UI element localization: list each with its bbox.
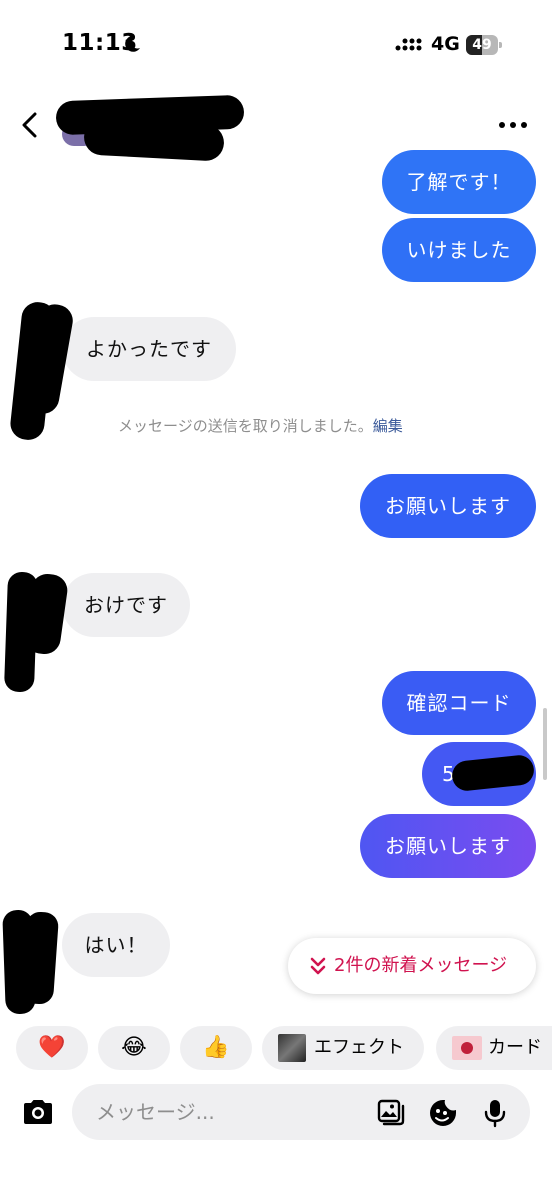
double-chevron-down-icon	[310, 957, 326, 975]
card-label: カード	[488, 1037, 542, 1058]
received-message[interactable]: おけです	[62, 573, 190, 637]
camera-icon[interactable]	[20, 1094, 56, 1130]
signal-icon	[395, 38, 422, 51]
card-button[interactable]: カード	[436, 1026, 552, 1070]
new-messages-button[interactable]: 2件の新着メッセージ	[288, 938, 536, 994]
sticker-icon[interactable]	[428, 1098, 458, 1128]
moon-icon	[125, 35, 140, 52]
quick-laugh-button[interactable]: 😂	[98, 1026, 170, 1070]
quick-heart-button[interactable]: ❤️	[16, 1026, 88, 1070]
edit-link[interactable]: 編集	[373, 417, 403, 435]
sent-message[interactable]: お願いします	[360, 814, 536, 878]
thumbs-up-emoji-icon: 👍	[202, 1035, 230, 1060]
sent-message[interactable]: 確認コード	[382, 671, 536, 735]
status-bar: 11:13 4G 49	[0, 0, 552, 90]
card-thumbnail-icon	[452, 1036, 482, 1060]
sent-message[interactable]: お願いします	[360, 474, 536, 538]
message-input[interactable]	[96, 1084, 356, 1140]
microphone-icon[interactable]	[480, 1098, 510, 1128]
received-message[interactable]: よかったです	[62, 317, 236, 381]
network-label: 4G	[431, 33, 460, 55]
redaction-mark	[20, 910, 60, 1006]
quick-thumbs-button[interactable]: 👍	[180, 1026, 252, 1070]
laughing-emoji-icon: 😂	[121, 1035, 147, 1060]
battery-percent: 49	[472, 37, 492, 53]
battery-icon: 49	[466, 35, 502, 55]
redaction-mark	[83, 118, 225, 162]
unsent-notice: メッセージの送信を取り消しました。編集	[118, 415, 403, 436]
message-composer	[72, 1084, 530, 1140]
effect-label: エフェクト	[314, 1037, 404, 1058]
heart-emoji-icon: ❤️	[38, 1035, 66, 1060]
effect-button[interactable]: エフェクト	[262, 1026, 424, 1070]
effect-thumbnail-icon	[278, 1034, 306, 1062]
scrollbar[interactable]	[543, 708, 547, 780]
sent-message[interactable]: いけました	[382, 218, 536, 282]
sent-message[interactable]: 了解です！	[382, 150, 536, 214]
back-chevron-icon[interactable]	[18, 110, 42, 140]
received-message[interactable]: はい！	[62, 913, 170, 977]
more-options-icon[interactable]	[498, 120, 528, 130]
gallery-icon[interactable]	[376, 1098, 406, 1128]
new-messages-label: 2件の新着メッセージ	[334, 955, 508, 976]
unsent-notice-text: メッセージの送信を取り消しました。	[118, 417, 373, 435]
